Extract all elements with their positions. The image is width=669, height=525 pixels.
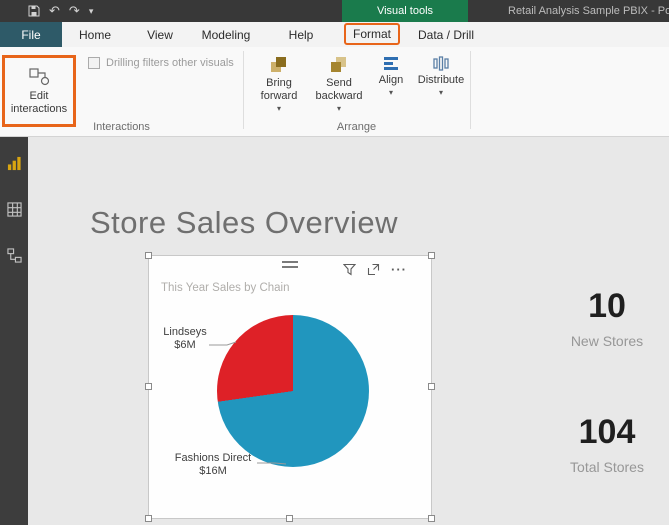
kpi-total-stores[interactable]: 104 Total Stores bbox=[545, 413, 669, 475]
tab-modeling[interactable]: Modeling bbox=[190, 22, 262, 47]
more-options-icon[interactable]: ··· bbox=[391, 263, 407, 276]
bring-forward-icon bbox=[269, 55, 289, 75]
title-bar: ↶ ↷ ▾ Visual tools Retail Analysis Sampl… bbox=[0, 0, 669, 22]
ribbon-tab-bar: File Home View Modeling Help Format Data… bbox=[0, 22, 669, 47]
slice-category: Fashions Direct bbox=[174, 452, 252, 464]
resize-handle-mid-right[interactable] bbox=[428, 383, 435, 390]
bring-forward-label: Bring forward bbox=[260, 77, 298, 102]
tab-view[interactable]: View bbox=[135, 22, 185, 47]
drilling-filters-checkbox[interactable]: Drilling filters other visuals bbox=[88, 57, 234, 69]
tab-home[interactable]: Home bbox=[70, 22, 120, 47]
report-view-icon[interactable] bbox=[0, 149, 28, 177]
distribute-button[interactable]: Distribute ▾ bbox=[414, 55, 468, 117]
slice-label-lindseys: Lindseys $6M bbox=[155, 326, 215, 352]
save-icon[interactable] bbox=[28, 5, 40, 17]
kpi-label: Total Stores bbox=[570, 459, 644, 475]
undo-icon[interactable]: ↶ bbox=[49, 0, 60, 22]
tab-data-drill[interactable]: Data / Drill bbox=[408, 22, 484, 47]
slice-value: $6M bbox=[174, 339, 196, 351]
data-view-icon[interactable] bbox=[0, 195, 28, 223]
kpi-label: New Stores bbox=[570, 333, 644, 349]
checkbox-icon[interactable] bbox=[88, 57, 100, 69]
tab-format[interactable]: Format bbox=[344, 23, 400, 45]
drilling-filters-label: Drilling filters other visuals bbox=[106, 57, 234, 69]
pie-chart[interactable] bbox=[217, 315, 369, 467]
arrange-group-label: Arrange bbox=[336, 121, 377, 133]
quick-access-toolbar: ↶ ↷ ▾ bbox=[28, 0, 93, 22]
bring-forward-caret-icon: ▾ bbox=[276, 104, 281, 113]
edit-interactions-icon bbox=[28, 67, 50, 87]
model-view-icon[interactable] bbox=[0, 241, 28, 269]
interactions-group-label: Interactions bbox=[93, 121, 150, 133]
edit-interactions-button[interactable]: Edit interactions bbox=[2, 55, 76, 127]
kpi-value: 104 bbox=[578, 413, 636, 451]
send-backward-icon bbox=[329, 55, 349, 75]
visual-title: This Year Sales by Chain bbox=[161, 282, 290, 294]
slice-value: $16M bbox=[199, 465, 227, 477]
resize-handle-top-right[interactable] bbox=[428, 252, 435, 259]
toolbar-dropdown-icon[interactable]: ▾ bbox=[89, 0, 94, 22]
align-button[interactable]: Align ▾ bbox=[372, 55, 410, 117]
edit-interactions-label: Edit interactions bbox=[10, 89, 68, 115]
align-icon bbox=[382, 55, 400, 72]
distribute-caret-icon: ▾ bbox=[438, 88, 443, 97]
bring-forward-button[interactable]: Bring forward ▾ bbox=[252, 55, 306, 117]
view-rail bbox=[0, 137, 28, 525]
report-canvas[interactable]: Store Sales Overview ··· This Year Sales… bbox=[28, 137, 669, 525]
resize-handle-bottom-left[interactable] bbox=[145, 515, 152, 522]
align-label: Align bbox=[378, 74, 404, 86]
slice-label-fashions-direct: Fashions Direct $16M bbox=[165, 452, 261, 478]
send-backward-caret-icon: ▾ bbox=[336, 104, 341, 113]
slice-category: Lindseys bbox=[163, 326, 207, 338]
visual-header: ··· bbox=[343, 263, 407, 276]
page-title: Store Sales Overview bbox=[90, 205, 399, 240]
pie-chart-visual[interactable]: ··· This Year Sales by Chain Lindseys $6… bbox=[145, 252, 435, 522]
tab-help[interactable]: Help bbox=[277, 22, 325, 47]
resize-handle-mid-left[interactable] bbox=[145, 383, 152, 390]
ribbon-separator bbox=[470, 51, 471, 129]
kpi-value: 10 bbox=[588, 287, 626, 325]
distribute-label: Distribute bbox=[417, 74, 465, 86]
powerbi-window: ↶ ↷ ▾ Visual tools Retail Analysis Sampl… bbox=[0, 0, 669, 525]
distribute-icon bbox=[432, 55, 450, 72]
send-backward-label: Send backward bbox=[315, 77, 363, 102]
send-backward-button[interactable]: Send backward ▾ bbox=[312, 55, 366, 117]
ribbon-body: Edit interactions Drilling filters other… bbox=[0, 47, 669, 137]
kpi-new-stores[interactable]: 10 New Stores bbox=[545, 287, 669, 349]
filter-icon[interactable] bbox=[343, 263, 356, 276]
redo-icon[interactable]: ↷ bbox=[69, 0, 80, 22]
window-title: Retail Analysis Sample PBIX - Po bbox=[508, 5, 669, 17]
tab-file[interactable]: File bbox=[0, 22, 62, 47]
ribbon-separator bbox=[243, 51, 244, 129]
drag-handle-icon[interactable] bbox=[282, 261, 298, 268]
focus-mode-icon[interactable] bbox=[367, 263, 380, 276]
resize-handle-top-left[interactable] bbox=[145, 252, 152, 259]
align-caret-icon: ▾ bbox=[388, 88, 393, 97]
resize-handle-bottom-center[interactable] bbox=[286, 515, 293, 522]
visual-tools-contextual-tab[interactable]: Visual tools bbox=[342, 0, 468, 22]
resize-handle-bottom-right[interactable] bbox=[428, 515, 435, 522]
